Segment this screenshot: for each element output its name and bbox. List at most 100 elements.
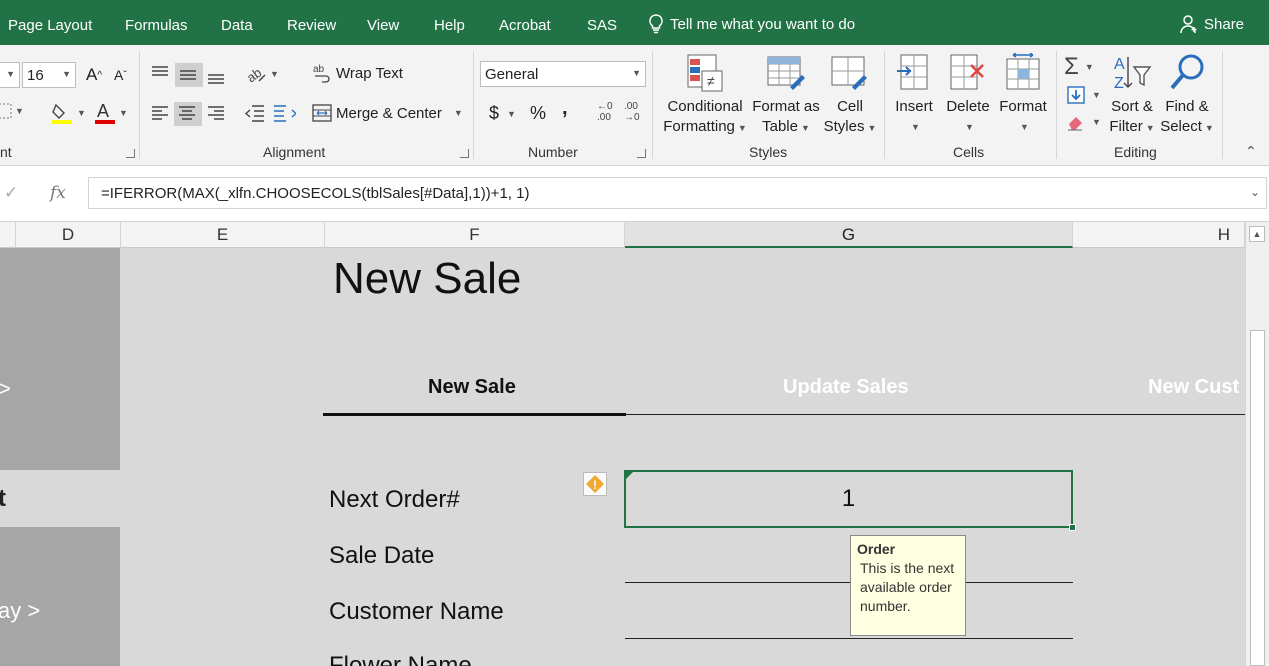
orientation-button[interactable]: ab ▼ <box>245 63 279 85</box>
svg-text:A: A <box>1114 56 1125 73</box>
comma-label: , <box>562 97 568 119</box>
increase-font-button[interactable]: A ^ <box>86 65 102 85</box>
svg-text:ab: ab <box>245 65 264 85</box>
enter-check-icon[interactable]: ✓ <box>4 183 18 203</box>
borders-button[interactable]: ▼ <box>0 103 24 119</box>
column-header-f[interactable]: F <box>325 222 625 248</box>
decimal-icons[interactable]: ←0.00 .00→0 <box>593 99 645 125</box>
font-color-icon: A <box>95 101 115 124</box>
insert-button[interactable]: Insert ▼ <box>891 53 937 137</box>
column-header-c[interactable] <box>0 222 16 248</box>
chevron-up-icon: ⌃ <box>1245 143 1257 159</box>
tab-new-sale[interactable]: New Sale <box>428 376 516 399</box>
sort-filter-icon: AZ <box>1114 56 1152 92</box>
field-label-sale-date: Sale Date <box>329 542 435 569</box>
decrease-font-button[interactable]: Aˇ <box>114 67 127 83</box>
nav-item-2-label[interactable]: t <box>0 485 6 513</box>
number-format-combo[interactable]: General ▼ <box>480 61 646 87</box>
eraser-icon <box>1068 117 1082 131</box>
conditional-formatting-icon: ≠ <box>687 54 723 92</box>
tell-me-search[interactable]: Tell me what you want to do <box>648 14 855 34</box>
tooltip-body: This is the next available order number. <box>860 560 955 614</box>
cell-styles-button[interactable]: Cell Styles ▼ <box>822 53 878 138</box>
currency-button[interactable]: $ ▼ <box>489 103 516 124</box>
worksheet[interactable]: > t ay > New Sale New Sale Update Sales … <box>0 248 1245 666</box>
sort-label-1: Sort & <box>1111 98 1153 115</box>
svg-text:→0: →0 <box>624 112 640 123</box>
merge-center-button[interactable]: Merge & Center ▼ <box>312 103 463 123</box>
font-size-combo[interactable]: 16 ▼ <box>22 62 76 88</box>
sale-date-input[interactable] <box>625 582 1073 583</box>
font-color-button[interactable]: A ▼ <box>94 101 128 125</box>
tab-view[interactable]: View <box>367 17 399 34</box>
formula-input[interactable]: =IFERROR(MAX(_xlfn.CHOOSECOLS(tblSales[#… <box>88 177 1267 209</box>
find-select-button[interactable]: Find & Select ▼ <box>1160 53 1214 138</box>
percent-button[interactable]: % <box>530 103 546 124</box>
format-button[interactable]: Format ▼ <box>996 53 1050 137</box>
number-format-value: General <box>485 65 539 83</box>
tab-page-layout[interactable]: Page Layout <box>8 17 92 34</box>
orientation-icon: ab <box>245 65 266 85</box>
nav-button-3[interactable] <box>0 527 120 666</box>
svg-text:.00: .00 <box>624 101 638 112</box>
tab-new-customer[interactable]: New Cust <box>1148 376 1239 399</box>
alignment-dialog-launcher[interactable] <box>460 149 469 158</box>
font-name-combo[interactable]: ▼ <box>0 62 20 88</box>
tab-review[interactable]: Review <box>287 17 336 34</box>
wrap-text-button[interactable]: ab Wrap Text <box>313 63 403 83</box>
wrap-text-icon: ab <box>313 64 330 83</box>
cell-styles-label-2: Styles <box>823 118 865 135</box>
nav-button-1[interactable] <box>0 248 120 470</box>
autosum-button[interactable]: Σ ▼ <box>1064 53 1094 81</box>
fill-handle[interactable] <box>1069 524 1076 531</box>
scroll-up-arrow[interactable]: ▲ <box>1249 226 1265 242</box>
horizontal-align-icons[interactable] <box>150 102 230 126</box>
cell-styles-label-1: Cell <box>837 98 863 115</box>
vertical-scrollbar[interactable]: ▲ <box>1245 222 1269 666</box>
expand-formula-icon[interactable]: ⌄ <box>1250 185 1260 199</box>
vertical-align-icons[interactable] <box>150 63 230 87</box>
tab-data[interactable]: Data <box>221 17 253 34</box>
column-header-e[interactable]: E <box>121 222 325 248</box>
indent-icons[interactable] <box>244 103 296 125</box>
fill-button[interactable]: ▼ <box>1066 85 1101 105</box>
font-dialog-launcher[interactable] <box>126 149 135 158</box>
sort-filter-button[interactable]: AZ Sort & Filter ▼ <box>1106 53 1158 138</box>
nav-button-3-label: ay > <box>0 598 41 623</box>
delete-button[interactable]: Delete ▼ <box>944 53 992 137</box>
column-header-d[interactable]: D <box>16 222 121 248</box>
scroll-thumb[interactable] <box>1250 330 1265 666</box>
format-label: Format <box>999 98 1047 115</box>
conditional-formatting-button[interactable]: ≠ Conditional Formatting ▼ <box>660 53 750 138</box>
tab-help[interactable]: Help <box>434 17 465 34</box>
formula-text: =IFERROR(MAX(_xlfn.CHOOSECOLS(tblSales[#… <box>101 185 530 202</box>
group-separator <box>1056 51 1057 159</box>
tab-sas[interactable]: SAS <box>587 17 617 34</box>
column-header-g[interactable]: G <box>625 222 1073 248</box>
number-group-label: Number <box>528 144 578 160</box>
tab-formulas[interactable]: Formulas <box>125 17 188 34</box>
tab-update-sales[interactable]: Update Sales <box>783 376 909 399</box>
insert-function-button[interactable]: fx <box>50 183 66 203</box>
group-separator <box>139 51 140 159</box>
customer-name-input[interactable] <box>625 638 1073 639</box>
field-label-next-order: Next Order# <box>329 486 460 513</box>
cell-styles-icon <box>831 56 867 90</box>
person-icon <box>1180 15 1197 34</box>
collapse-ribbon-button[interactable]: ⌃ <box>1245 143 1257 160</box>
conditional-formatting-label-2: Formatting <box>663 118 735 135</box>
group-separator <box>1222 51 1223 159</box>
number-dialog-launcher[interactable] <box>637 149 646 158</box>
comma-style-button[interactable]: , <box>562 97 568 120</box>
clear-button[interactable]: ▼ <box>1066 113 1101 131</box>
error-check-button[interactable]: ! <box>583 472 607 496</box>
format-as-table-button[interactable]: Format as Table ▼ <box>750 53 822 138</box>
tab-acrobat[interactable]: Acrobat <box>499 17 551 34</box>
share-label: Share <box>1204 15 1245 33</box>
svg-text:A: A <box>97 101 109 121</box>
next-order-cell[interactable]: 1 <box>624 470 1073 528</box>
column-header-h[interactable]: H <box>1073 222 1245 248</box>
fill-color-button[interactable]: ▼ <box>50 101 86 125</box>
share-button[interactable]: Share <box>1180 14 1244 34</box>
font-size-value: 16 <box>27 66 44 84</box>
